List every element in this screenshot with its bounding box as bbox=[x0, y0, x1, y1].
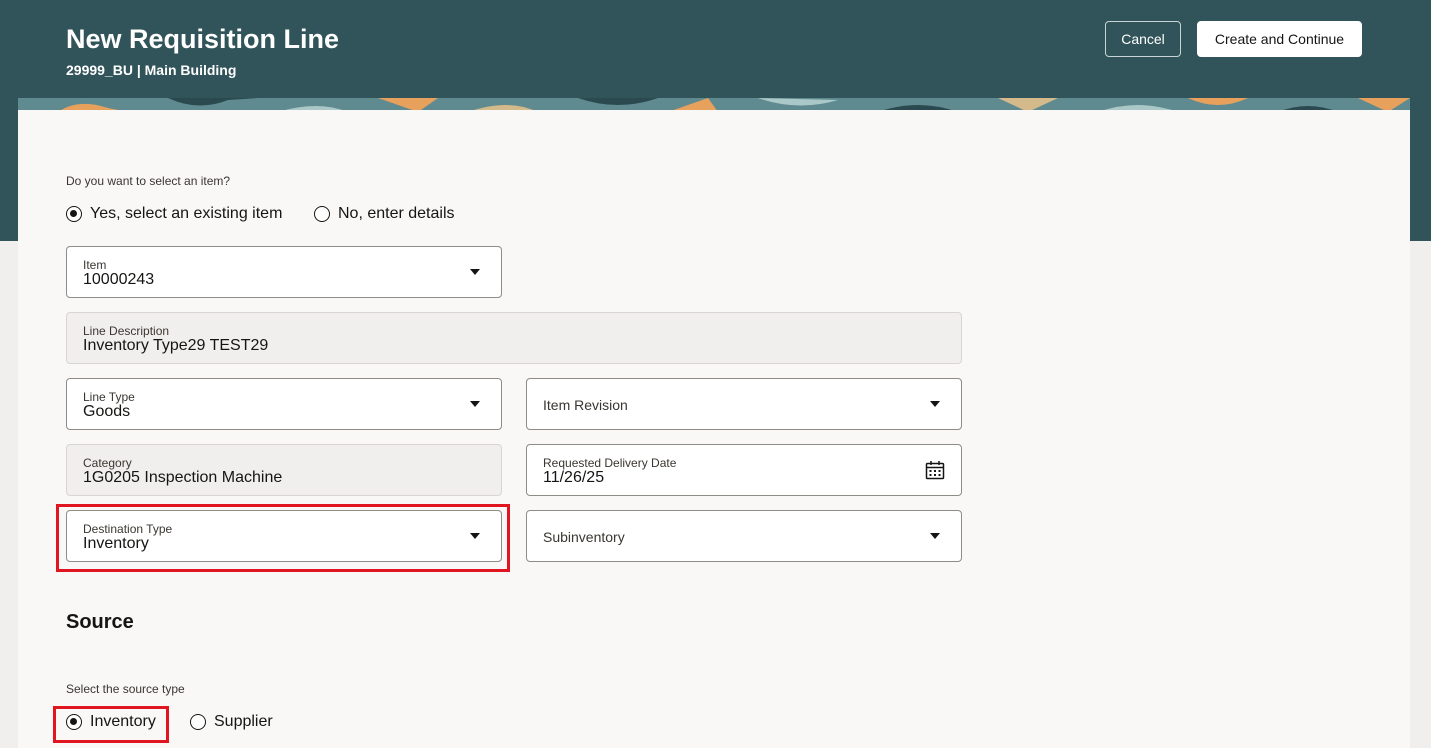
line-description-field: Line Description Inventory Type29 TEST29 bbox=[66, 312, 962, 364]
caret-down-icon[interactable] bbox=[470, 269, 480, 275]
category-value: 1G0205 Inspection Machine bbox=[83, 469, 283, 486]
item-revision-field[interactable]: Item Revision bbox=[526, 378, 962, 430]
radio-label: Inventory bbox=[90, 713, 156, 730]
radio-label: No, enter details bbox=[338, 205, 455, 222]
cancel-button[interactable]: Cancel bbox=[1105, 21, 1181, 57]
source-question-label: Select the source type bbox=[66, 682, 185, 696]
caret-down-icon[interactable] bbox=[470, 533, 480, 539]
item-label: Item bbox=[83, 258, 107, 272]
destination-type-field[interactable]: Destination Type Inventory bbox=[66, 510, 502, 562]
destination-type-label: Destination Type bbox=[83, 522, 173, 536]
item-revision-label: Item Revision bbox=[543, 397, 628, 413]
item-question-label: Do you want to select an item? bbox=[66, 174, 231, 188]
destination-type-value: Inventory bbox=[83, 535, 149, 552]
item-field[interactable]: Item 10000243 bbox=[66, 246, 502, 298]
source-section-title: Source bbox=[66, 611, 134, 633]
requested-delivery-date-value: 11/26/25 bbox=[543, 469, 605, 486]
caret-down-icon[interactable] bbox=[930, 533, 940, 539]
line-type-label: Line Type bbox=[83, 390, 135, 404]
radio-enter-details[interactable]: No, enter details bbox=[314, 205, 455, 223]
create-and-continue-button[interactable]: Create and Continue bbox=[1197, 21, 1362, 57]
radio-checked-icon bbox=[66, 206, 82, 222]
caret-down-icon[interactable] bbox=[470, 401, 480, 407]
line-description-value: Inventory Type29 TEST29 bbox=[83, 337, 269, 354]
requested-delivery-date-field[interactable]: Requested Delivery Date 11/26/25 bbox=[526, 444, 962, 496]
calendar-icon[interactable] bbox=[925, 460, 945, 480]
caret-down-icon[interactable] bbox=[930, 401, 940, 407]
radio-label: Yes, select an existing item bbox=[90, 205, 283, 222]
radio-select-existing-item[interactable]: Yes, select an existing item bbox=[66, 205, 282, 223]
line-type-value: Goods bbox=[83, 403, 131, 420]
subinventory-label: Subinventory bbox=[543, 529, 625, 545]
line-description-label: Line Description bbox=[83, 324, 170, 338]
page-subtitle: 29999_BU | Main Building bbox=[66, 62, 237, 78]
radio-label: Supplier bbox=[214, 713, 273, 730]
category-label: Category bbox=[83, 456, 132, 470]
page-title: New Requisition Line bbox=[66, 24, 340, 54]
radio-source-supplier[interactable]: Supplier bbox=[190, 713, 273, 731]
radio-unchecked-icon bbox=[190, 714, 206, 730]
radio-checked-icon bbox=[66, 714, 82, 730]
item-value: 10000243 bbox=[83, 271, 155, 288]
requested-delivery-date-label: Requested Delivery Date bbox=[543, 456, 677, 470]
line-type-field[interactable]: Line Type Goods bbox=[66, 378, 502, 430]
radio-source-inventory[interactable]: Inventory bbox=[66, 713, 156, 731]
radio-unchecked-icon bbox=[314, 206, 330, 222]
subinventory-field[interactable]: Subinventory bbox=[526, 510, 962, 562]
category-field: Category 1G0205 Inspection Machine bbox=[66, 444, 502, 496]
